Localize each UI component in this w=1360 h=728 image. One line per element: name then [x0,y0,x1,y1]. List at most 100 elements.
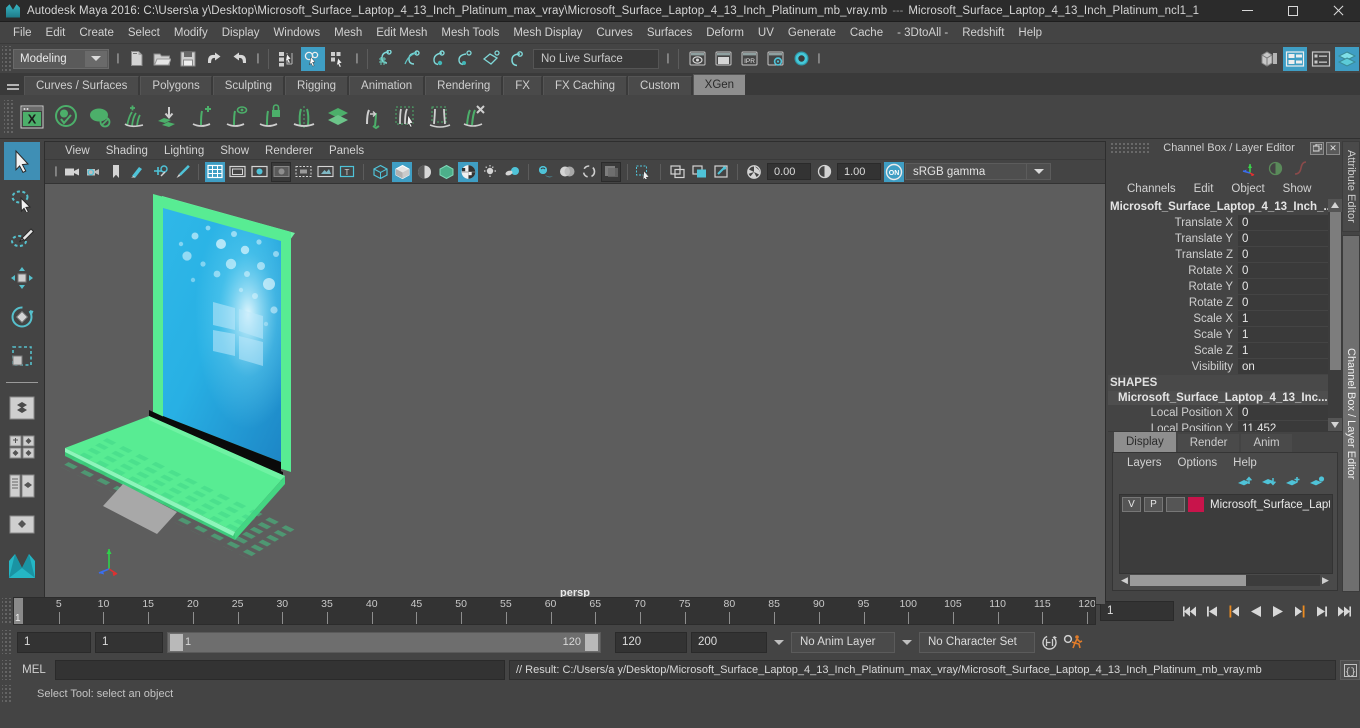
playback-end-time-field[interactable]: 120 [615,631,687,653]
channel-box-menu-channels[interactable]: Channels [1118,183,1185,195]
menu-modify[interactable]: Modify [167,23,215,43]
four-view-layout-icon[interactable] [4,428,40,466]
xgen-length-tool-icon[interactable] [355,100,389,134]
menu-surfaces[interactable]: Surfaces [640,23,699,43]
layer-name[interactable]: Microsoft_Surface_Lapto [1207,499,1330,511]
close-panel-button[interactable]: ✕ [1326,141,1340,155]
menu-cache[interactable]: Cache [843,23,890,43]
multisample-aa-icon[interactable] [601,161,621,182]
channel-value[interactable]: on [1238,359,1328,375]
motion-blur-icon[interactable] [579,162,599,182]
channel-value[interactable]: 1 [1238,327,1328,343]
channel-box-menu-show[interactable]: Show [1274,183,1321,195]
rotate-tool[interactable] [4,298,40,336]
new-layer-from-selected-icon[interactable] [1309,475,1325,489]
curve-graph-icon[interactable] [1293,160,1308,176]
xray-joints-icon[interactable] [689,162,709,182]
menu-file[interactable]: File [6,23,39,43]
channel-row[interactable]: Visibility on [1108,359,1328,375]
gate-mask-icon[interactable] [271,161,291,182]
xgen-select-guide-icon[interactable] [389,100,423,134]
select-camera-icon[interactable] [62,162,82,182]
2d-pan-zoom-icon[interactable] [150,162,170,182]
use-default-lighting-icon[interactable] [480,162,500,182]
channel-value[interactable]: 11.452 [1238,421,1328,431]
auto-keyframe-icon[interactable] [1039,631,1059,653]
menu-mesh[interactable]: Mesh [327,23,369,43]
minimize-button[interactable] [1225,0,1270,22]
menu-mesh-tools[interactable]: Mesh Tools [434,23,506,43]
channel-row[interactable]: Translate X 0 [1108,215,1328,231]
channel-value[interactable]: 0 [1238,405,1328,421]
statusline-grip[interactable] [2,45,11,72]
channel-row[interactable]: Scale X 1 [1108,311,1328,327]
menu-set-selector[interactable]: Modeling [13,48,109,69]
axis-display-icon[interactable] [1241,161,1258,176]
xgen-preview-guide-icon[interactable] [219,100,253,134]
layer-menu-layers[interactable]: Layers [1119,457,1170,469]
menu-deform[interactable]: Deform [699,23,751,43]
right-tab-attribute-editor[interactable]: Attribute Editor [1342,141,1360,232]
outliner-persp-layout-icon[interactable] [4,467,40,505]
snap-to-view-plane-icon[interactable] [478,47,502,71]
xgen-region-tool-icon[interactable] [423,100,457,134]
anim-layer-select[interactable]: No Anim Layer [791,631,895,653]
undock-panel-button[interactable] [1310,141,1324,155]
shelf-tab-rendering[interactable]: Rendering [425,76,503,95]
channel-row[interactable]: Local Position Y 11.452 [1108,421,1328,431]
script-editor-icon[interactable]: {} [1340,660,1360,680]
viewport-3d-canvas[interactable]: persp [45,184,1105,604]
playback-start-time-field[interactable]: 1 [95,631,163,653]
anim-layer-chevron-down-icon[interactable] [771,639,787,645]
render-current-frame-icon[interactable] [685,47,709,71]
play-backwards-icon[interactable] [1246,600,1266,622]
channel-row[interactable]: Local Position X 0 [1108,405,1328,421]
channel-box-attribute-list[interactable]: Microsoft_Surface_Laptop_4_13_Inch_... T… [1108,199,1342,431]
layer-list-item[interactable]: V P Microsoft_Surface_Lapto [1120,495,1332,514]
show-hide-channel-box-icon[interactable] [1335,46,1359,71]
shelf-tab-custom[interactable]: Custom [628,76,692,95]
channel-row[interactable]: Translate Z 0 [1108,247,1328,263]
image-plane-icon[interactable] [128,162,148,182]
grid-toggle-icon[interactable] [205,161,225,182]
shelf-tab-rigging[interactable]: Rigging [285,76,349,95]
color-management-toggle[interactable]: ON [884,161,904,182]
channel-value[interactable]: 0 [1238,295,1328,311]
current-frame-field[interactable]: 1 [1100,601,1174,621]
safe-action-icon[interactable] [315,162,335,182]
make-live-icon[interactable] [504,47,528,71]
snap-to-point-icon[interactable] [426,47,450,71]
channel-box-menu-object[interactable]: Object [1222,183,1273,195]
time-slider-grip[interactable] [2,598,11,624]
menu-display[interactable]: Display [215,23,267,43]
animation-start-time-field[interactable]: 1 [17,631,91,653]
menu-edit[interactable]: Edit [39,23,73,43]
select-tool[interactable] [4,142,40,180]
isolate-select-icon[interactable] [634,162,654,182]
xgen-window-icon[interactable]: X [15,100,49,134]
range-start-handle[interactable] [170,633,183,651]
toolbar-handle-5[interactable]: ❙ [814,53,824,64]
new-scene-icon[interactable] [124,47,148,71]
right-tab-channel-box-layer-editor[interactable]: Channel Box / Layer Editor [1342,234,1360,592]
scroll-left-icon[interactable]: ◀ [1119,575,1130,586]
shelf-grip[interactable] [4,99,13,134]
xray-icon[interactable] [667,162,687,182]
character-set-chevron-down-icon[interactable] [899,639,915,645]
layer-editor-tab-display[interactable]: Display [1114,432,1176,452]
paint-select-tool[interactable] [4,220,40,258]
go-to-start-icon[interactable] [1180,600,1200,622]
channel-value[interactable]: 1 [1238,311,1328,327]
menu-help[interactable]: Help [1011,23,1049,43]
range-end-handle[interactable] [585,633,598,651]
persp-graph-layout-icon[interactable] [4,506,40,544]
shelf-tab-xgen[interactable]: XGen [692,74,747,95]
play-forwards-icon[interactable] [1268,600,1288,622]
xray-active-components-icon[interactable] [711,162,731,182]
channel-row[interactable]: Rotate X 0 [1108,263,1328,279]
channel-row[interactable]: Rotate Z 0 [1108,295,1328,311]
viewport-menu-renderer[interactable]: Renderer [257,145,321,157]
channel-value[interactable]: 0 [1238,231,1328,247]
viewport-menu-shading[interactable]: Shading [98,145,156,157]
range-grip[interactable] [2,630,11,654]
